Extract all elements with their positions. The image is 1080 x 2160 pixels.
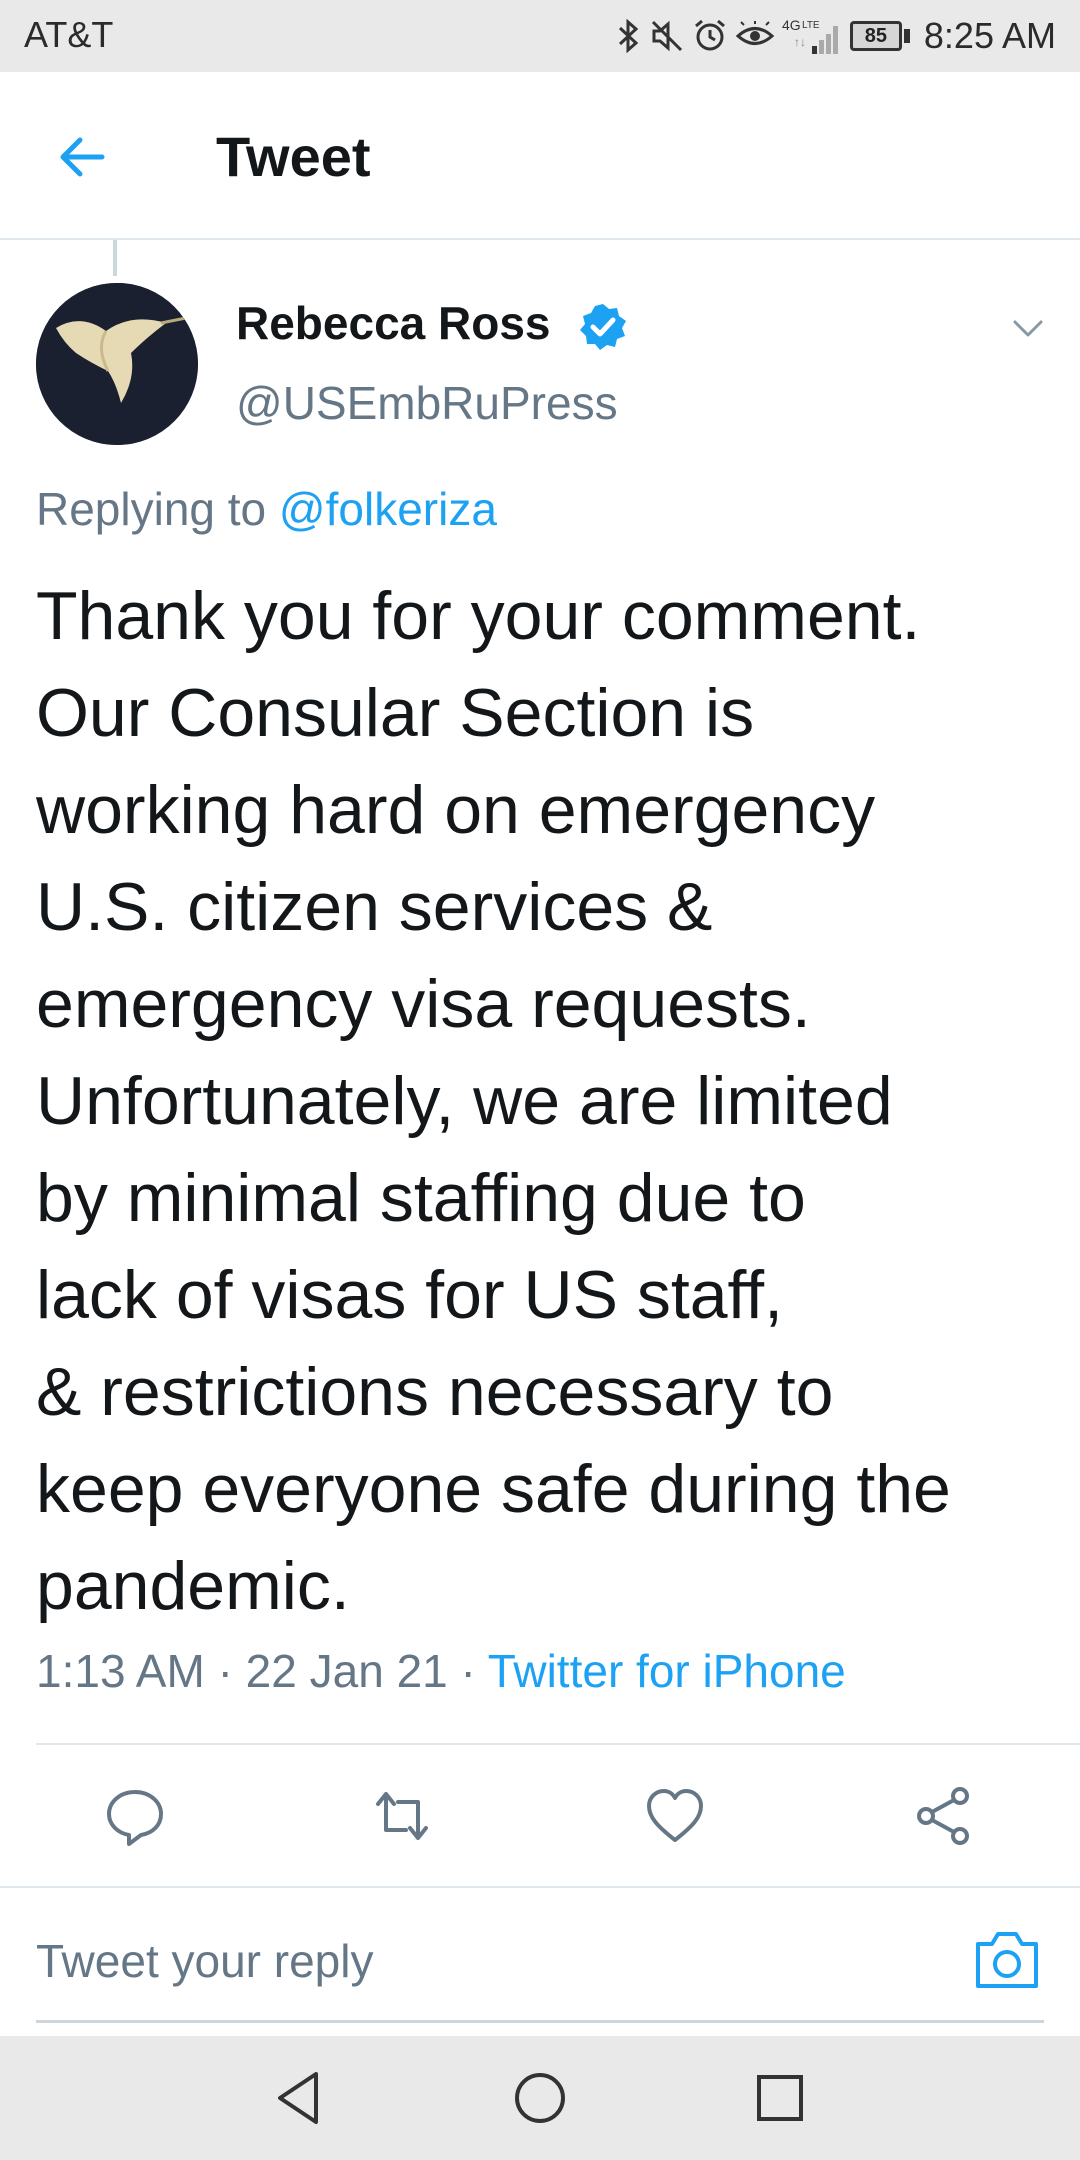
tweet-text-line: lack of visas for US staff, [36, 1257, 784, 1333]
recents-square-icon[interactable] [748, 2066, 812, 2130]
author-name[interactable]: Rebecca Ross [236, 296, 551, 350]
tweet-text-line: keep everyone safe during the [36, 1451, 951, 1527]
svg-text:4G: 4G [782, 17, 801, 33]
tweet-source-link[interactable]: Twitter for iPhone [488, 1645, 846, 1697]
chevron-down-icon[interactable] [1010, 310, 1046, 346]
signal-icon: 4G LTE ↑↓ [782, 17, 838, 54]
retweet-icon[interactable] [370, 1784, 434, 1848]
tweet-meta: 1:13 AM · 22 Jan 21 · Twitter for iPhone [36, 1644, 846, 1698]
page-title: Tweet [216, 125, 371, 188]
replying-label: Replying to [36, 483, 267, 535]
tweet-text-line: pandemic. [36, 1548, 350, 1624]
author-handle[interactable]: @USEmbRuPress [236, 376, 618, 430]
tweet-time: 1:13 AM [36, 1645, 205, 1697]
verified-badge-icon [580, 304, 626, 350]
tweet-text-line: emergency visa requests. [36, 966, 811, 1042]
home-circle-icon[interactable] [508, 2066, 572, 2130]
reply-icon[interactable] [103, 1784, 167, 1848]
meta-separator: · [460, 1645, 476, 1697]
tweet-text-line: working hard on emergency [36, 772, 876, 848]
tweet-text: Thank you for your comment. Our Consular… [36, 568, 1046, 1635]
mute-icon [651, 20, 682, 52]
bluetooth-icon [618, 19, 639, 53]
dove-image [36, 283, 198, 445]
back-arrow-icon[interactable] [52, 127, 112, 187]
reply-input-underline [36, 2020, 1044, 2023]
tweet-text-line: U.S. citizen services & [36, 869, 713, 945]
tweet-text-line: Thank you for your comment. [36, 578, 921, 654]
eye-icon [735, 21, 774, 45]
replying-to-link[interactable]: @folkeriza [279, 483, 497, 535]
back-triangle-icon[interactable] [268, 2066, 332, 2130]
like-icon[interactable] [643, 1784, 707, 1848]
thread-connector [113, 240, 117, 276]
camera-icon[interactable] [974, 1928, 1040, 1990]
avatar[interactable] [36, 283, 198, 445]
tweet-date: 22 Jan 21 [245, 1645, 448, 1697]
svg-text:LTE: LTE [802, 20, 820, 31]
system-nav-bar [0, 2036, 1080, 2160]
tweet-text-line: & restrictions necessary to [36, 1354, 834, 1430]
tweet-text-line: Unfortunately, we are limited [36, 1063, 893, 1139]
clock: 8:25 AM [923, 15, 1056, 56]
meta-separator: · [217, 1645, 233, 1697]
tweet-text-line: Our Consular Section is [36, 675, 755, 751]
replying-to: Replying to @folkeriza [36, 482, 497, 536]
battery-icon: 85 [849, 21, 910, 51]
status-icons: 4G LTE ↑↓ 85 8:25 AM [616, 10, 1056, 62]
svg-text:↑↓: ↑↓ [794, 35, 806, 49]
reply-input[interactable]: Tweet your reply [36, 1934, 373, 1988]
battery-level: 85 [849, 21, 902, 51]
tweet-actions [0, 1744, 1080, 1886]
reply-bar: Tweet your reply [0, 1888, 1080, 2034]
header: Tweet [0, 72, 1080, 240]
alarm-icon [694, 19, 725, 51]
carrier-label: AT&T [24, 14, 114, 55]
status-bar: AT&T 4G LTE ↑↓ 85 8:25 AM [0, 0, 1080, 72]
share-icon[interactable] [912, 1784, 976, 1848]
tweet-text-line: by minimal staffing due to [36, 1160, 806, 1236]
